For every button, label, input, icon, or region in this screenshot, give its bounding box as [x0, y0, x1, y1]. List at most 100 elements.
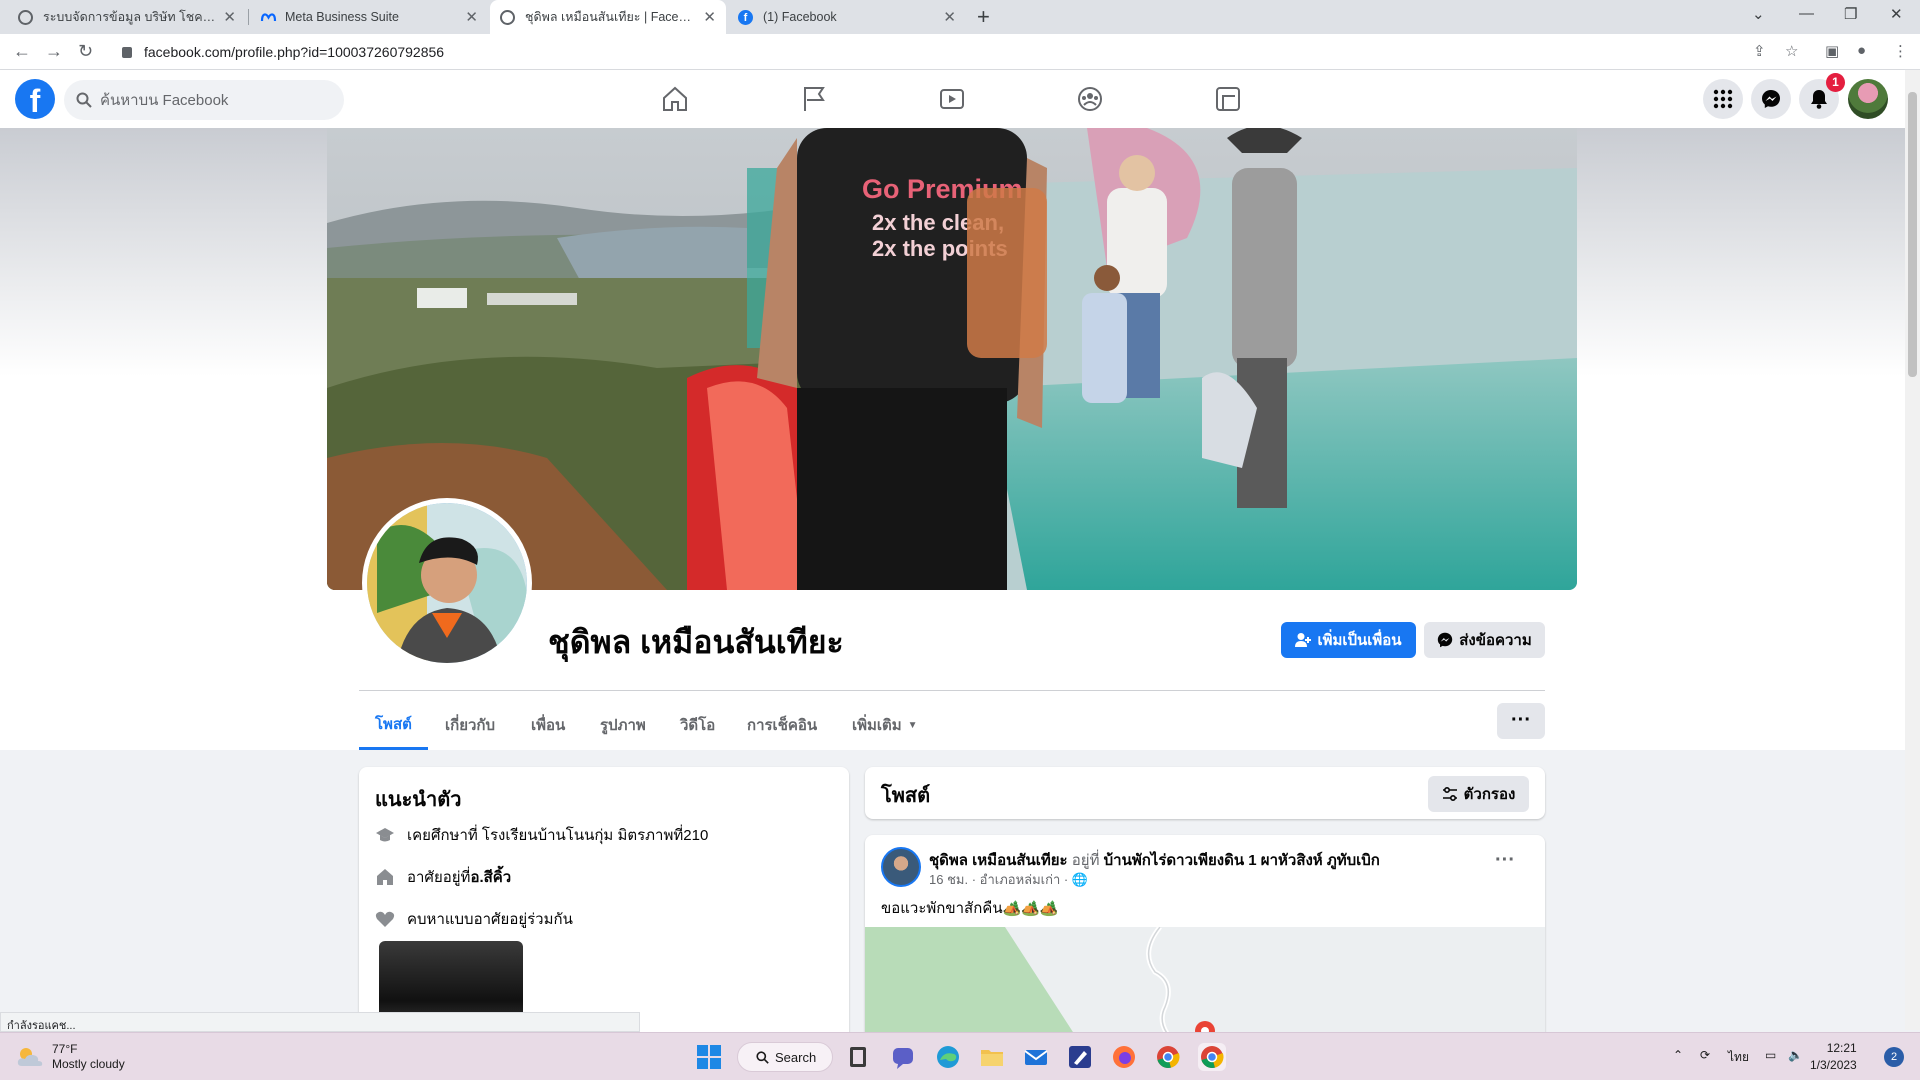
facebook-search-input[interactable]: ค้นหาบน Facebook — [64, 80, 344, 120]
menu-grid-icon[interactable] — [1703, 79, 1743, 119]
add-friend-button[interactable]: เพิ่มเป็นเพื่อน — [1281, 622, 1416, 658]
tab-posts[interactable]: โพสต์ — [359, 700, 428, 750]
gaming-icon[interactable] — [1213, 84, 1243, 114]
posts-title: โพสต์ — [881, 785, 931, 807]
post-options-button[interactable]: ··· — [1495, 849, 1515, 872]
share-icon[interactable]: ⇪ — [1753, 42, 1766, 60]
page-scrollbar-thumb[interactable] — [1908, 92, 1917, 377]
home-icon[interactable] — [660, 84, 690, 114]
address-bar: ← → ↻ facebook.com/profile.php?id=100037… — [0, 34, 1920, 70]
watch-video-icon[interactable] — [937, 84, 967, 114]
notification-center-badge[interactable]: 2 — [1884, 1047, 1904, 1067]
heart-icon — [375, 911, 395, 927]
close-icon[interactable]: ✕ — [223, 8, 236, 26]
post-location[interactable]: อำเภอหล่มเก่า — [980, 872, 1061, 887]
minimize-button[interactable]: — — [1799, 5, 1814, 22]
firefox-icon[interactable] — [1110, 1043, 1138, 1071]
file-explorer-icon[interactable] — [978, 1043, 1006, 1071]
post-place-link[interactable]: บ้านพักไร่ดาวเพียงดิน 1 ผาหัวสิงห์ ภูทับ… — [1104, 852, 1380, 869]
profile-picture[interactable] — [362, 498, 532, 668]
close-icon[interactable]: ✕ — [943, 8, 956, 26]
add-friend-label: เพิ่มเป็นเพื่อน — [1317, 632, 1402, 649]
post-author-name[interactable]: ชุดิพล เหมือนสันเทียะ — [929, 852, 1068, 869]
add-friend-icon — [1295, 633, 1312, 647]
pen-app-icon[interactable] — [1066, 1043, 1094, 1071]
back-arrow-icon[interactable]: ← — [13, 41, 31, 62]
facebook-favicon-icon: f — [738, 9, 753, 25]
cloud-sun-icon — [17, 1048, 43, 1066]
groups-icon[interactable] — [1075, 84, 1105, 114]
tab-search-chevron-icon[interactable]: ⌄ — [1752, 5, 1765, 23]
graduation-cap-icon — [376, 828, 394, 842]
windows-start-icon[interactable] — [695, 1043, 723, 1071]
notification-badge: 1 — [1826, 73, 1845, 92]
account-avatar[interactable] — [1848, 79, 1888, 119]
send-message-button[interactable]: ส่งข้อความ — [1424, 622, 1545, 658]
lives-in-place[interactable]: อ.สีคิ้ว — [470, 865, 511, 889]
bookmark-star-icon[interactable]: ☆ — [1785, 42, 1798, 60]
tab-friends[interactable]: เพื่อน — [531, 700, 565, 750]
pages-flag-icon[interactable] — [799, 84, 829, 114]
tab-more[interactable]: เพิ่มเติม ▼ — [852, 700, 918, 750]
education-text: เคยศึกษาที่ โรงเรียนบ้านโนนกุ่ม มิตรภาพท… — [407, 827, 709, 844]
search-placeholder: ค้นหาบน Facebook — [100, 92, 229, 109]
post-author-avatar[interactable] — [881, 847, 921, 887]
intro-title: แนะนำตัว — [375, 789, 462, 811]
browser-status-bubble: กำลังรอแคช... — [0, 1012, 640, 1032]
close-icon[interactable]: ✕ — [703, 8, 716, 26]
volume-icon[interactable]: 🔈 — [1788, 1048, 1803, 1062]
notifications-bell-icon[interactable]: 1 — [1799, 73, 1845, 119]
restore-button[interactable]: ❐ — [1844, 5, 1857, 23]
sync-icon[interactable]: ⟳ — [1700, 1048, 1710, 1062]
system-clock[interactable]: 12:21 1/3/2023 — [1810, 1040, 1857, 1074]
messenger-icon[interactable] — [1751, 79, 1791, 119]
menu-dots-icon[interactable]: ⋮ — [1893, 42, 1908, 60]
task-view-icon[interactable] — [844, 1043, 872, 1071]
tab-divider — [248, 9, 249, 25]
taskbar-search-label: Search — [775, 1049, 817, 1065]
facebook-logo-icon[interactable]: f — [15, 79, 55, 119]
chrome-active-icon[interactable] — [1198, 1043, 1226, 1071]
browser-tab[interactable]: ระบบจัดการข้อมูล บริษัท โชคลูกน็อต ฯ ✕ — [8, 0, 246, 34]
filter-button[interactable]: ตัวกรอง — [1428, 776, 1529, 812]
weather-widget[interactable]: 77°F Mostly cloudy — [16, 1042, 125, 1072]
chrome-icon[interactable] — [1154, 1043, 1182, 1071]
tab-photos[interactable]: รูปภาพ — [600, 700, 646, 750]
relationship-text: คบหาแบบอาศัยอยู่ร่วมกัน — [407, 911, 573, 928]
intro-education: เคยศึกษาที่ โรงเรียนบ้านโนนกุ่ม มิตรภาพท… — [375, 823, 708, 847]
browser-tab[interactable]: Meta Business Suite ✕ — [250, 0, 488, 34]
send-message-label: ส่งข้อความ — [1459, 632, 1532, 649]
messenger-icon — [1438, 632, 1453, 648]
tray-chevron-up-icon[interactable]: ⌃ — [1673, 1048, 1683, 1062]
edge-browser-icon[interactable] — [934, 1043, 962, 1071]
network-monitor-icon[interactable]: ▭ — [1765, 1048, 1776, 1062]
house-icon — [377, 869, 393, 885]
facebook-header: f ค้นหาบน Facebook 1 — [0, 70, 1905, 128]
tab-videos[interactable]: วิดีโอ — [680, 700, 715, 750]
post-meta: 16 ชม. · อำเภอหล่มเก่า · 🌐 — [929, 872, 1089, 887]
close-window-button[interactable]: ✕ — [1890, 5, 1903, 23]
post-time[interactable]: 16 ชม. — [929, 872, 968, 887]
reload-icon[interactable]: ↻ — [78, 41, 93, 62]
side-panel-icon[interactable]: ▣ — [1825, 42, 1839, 60]
browser-tab[interactable]: f (1) Facebook ✕ — [728, 0, 966, 34]
input-language[interactable]: ไทย — [1728, 1048, 1749, 1067]
tab-title: (1) Facebook — [763, 10, 837, 24]
globe-icon — [18, 9, 33, 25]
tab-about[interactable]: เกี่ยวกับ — [445, 700, 495, 750]
profile-more-options-button[interactable]: ··· — [1497, 703, 1545, 739]
profile-name: ชุดิพล เหมือนสันเทียะ — [548, 624, 844, 660]
cover-photo[interactable]: Go Premium 2x the clean, 2x the points — [327, 128, 1577, 590]
taskbar-search[interactable]: Search — [737, 1042, 833, 1072]
mail-icon[interactable] — [1022, 1043, 1050, 1071]
tab-checkins[interactable]: การเช็คอิน — [747, 700, 817, 750]
forward-arrow-icon[interactable]: → — [45, 41, 63, 62]
new-tab-button[interactable]: + — [977, 4, 990, 30]
browser-tab-strip: ระบบจัดการข้อมูล บริษัท โชคลูกน็อต ฯ ✕ M… — [0, 0, 1920, 34]
profile-icon[interactable]: ● — [1857, 42, 1866, 59]
url-field[interactable]: facebook.com/profile.php?id=100037260792… — [108, 38, 1788, 66]
browser-tab-active[interactable]: ชุดิพล เหมือนสันเทียะ | Facebook ✕ — [490, 0, 726, 34]
tab-more-label: เพิ่มเติม — [852, 717, 902, 734]
close-icon[interactable]: ✕ — [465, 8, 478, 26]
teams-chat-icon[interactable] — [889, 1043, 917, 1071]
